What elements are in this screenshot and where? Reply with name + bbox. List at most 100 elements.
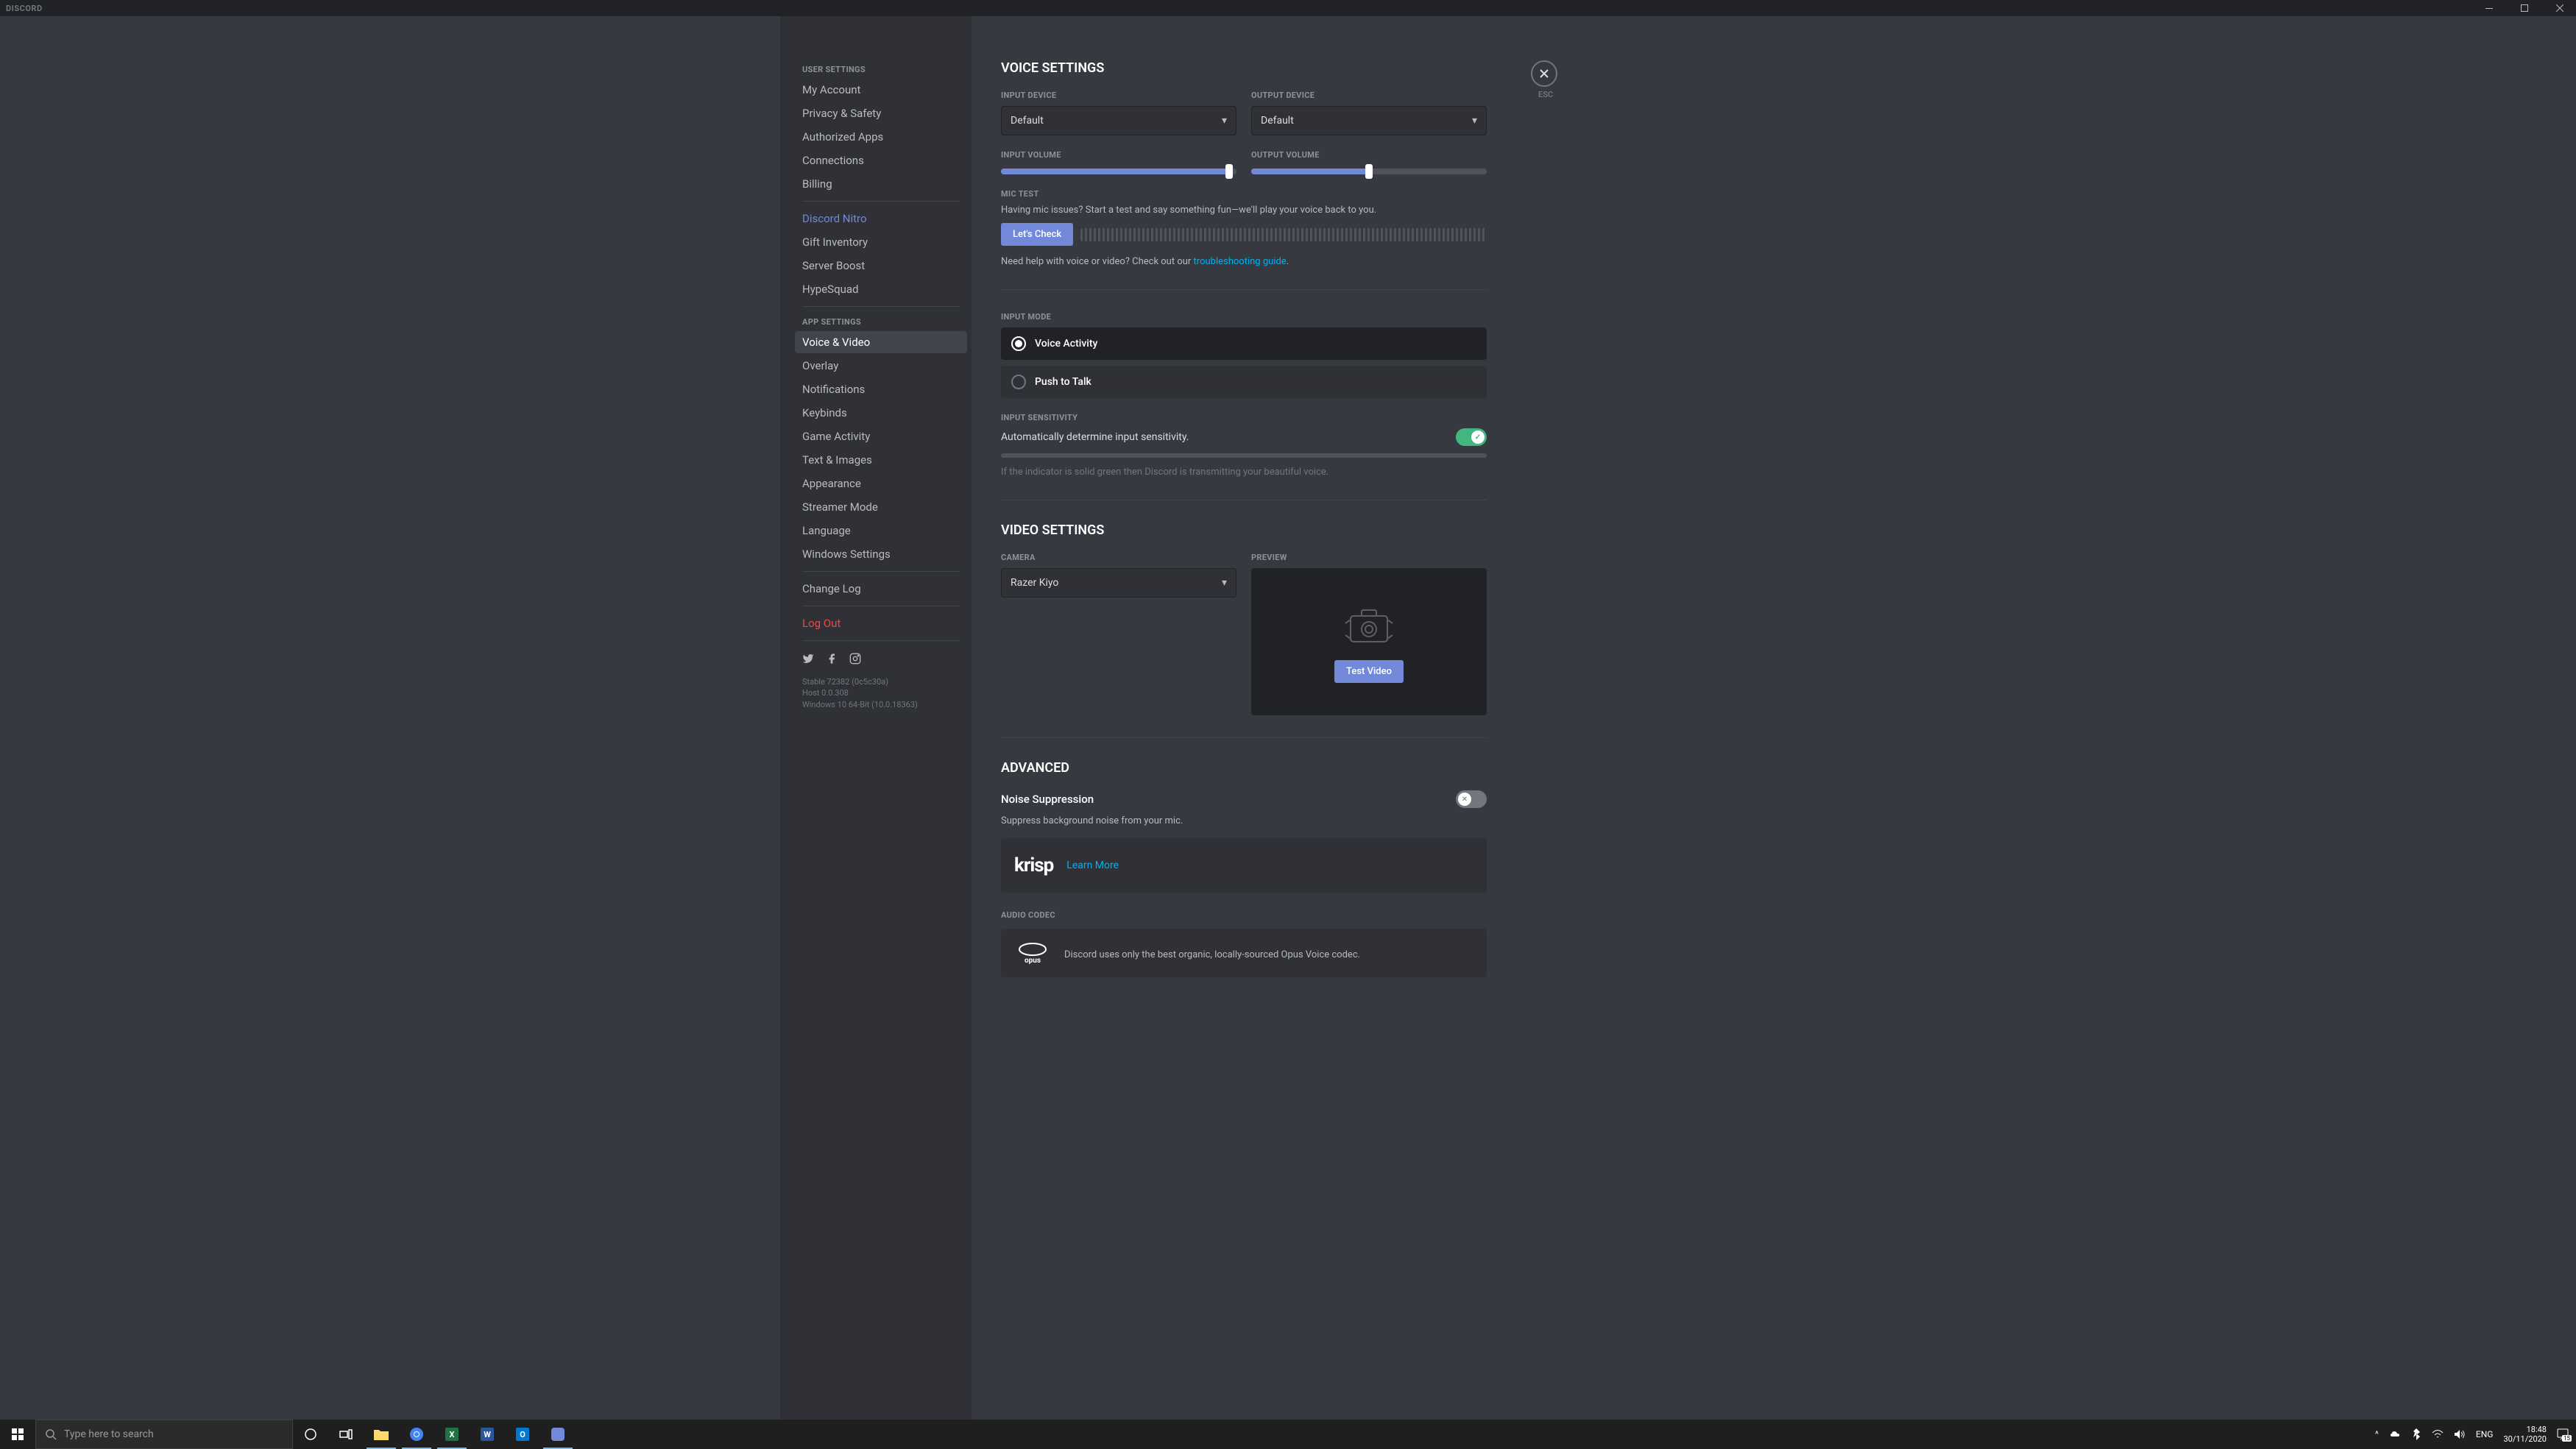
sidebar-item-notifications[interactable]: Notifications <box>795 378 967 400</box>
sidebar-item-windows-settings[interactable]: Windows Settings <box>795 543 967 565</box>
wifi-icon[interactable] <box>2432 1429 2444 1439</box>
voice-settings-title: Voice Settings <box>1001 60 1487 76</box>
titlebar: DISCORD <box>0 0 2576 16</box>
close-window-button[interactable] <box>2550 0 2570 16</box>
sidebar-item-connections[interactable]: Connections <box>795 149 967 171</box>
settings-content: Voice Settings Input Device Default ▾ Ou… <box>972 16 1516 1420</box>
krisp-logo: krisp <box>1014 854 1053 876</box>
chrome-icon[interactable] <box>399 1420 434 1449</box>
sidebar-item-authorized-apps[interactable]: Authorized Apps <box>795 126 967 148</box>
volume-icon[interactable] <box>2454 1429 2466 1439</box>
cortana-icon[interactable] <box>293 1420 328 1449</box>
sidebar-item-hypesquad[interactable]: HypeSquad <box>795 278 967 300</box>
video-settings-title: Video Settings <box>1001 522 1487 538</box>
close-settings-button[interactable] <box>1531 60 1557 87</box>
right-padding: ESC <box>1516 16 2576 1420</box>
file-explorer-icon[interactable] <box>364 1420 399 1449</box>
opus-logo-icon: opus <box>1014 942 1051 964</box>
input-volume-slider[interactable] <box>1001 169 1236 174</box>
troubleshooting-link[interactable]: troubleshooting guide <box>1194 256 1287 267</box>
camera-label: Camera <box>1001 553 1236 562</box>
task-view-icon[interactable] <box>328 1420 364 1449</box>
user-settings-header: User Settings <box>795 60 967 79</box>
outlook-icon[interactable]: O <box>505 1420 540 1449</box>
divider <box>1001 289 1487 290</box>
input-mode-voice-activity[interactable]: Voice Activity <box>1001 327 1487 360</box>
sidebar-item-nitro[interactable]: Discord Nitro <box>795 208 967 230</box>
sidebar-item-privacy[interactable]: Privacy & Safety <box>795 102 967 124</box>
social-links <box>795 647 967 670</box>
sidebar-item-text-images[interactable]: Text & Images <box>795 449 967 471</box>
discord-taskbar-icon[interactable] <box>540 1420 576 1449</box>
audio-codec-label: Audio Codec <box>1001 910 1487 920</box>
word-icon[interactable]: W <box>470 1420 505 1449</box>
sidebar-item-voice-video[interactable]: Voice & Video <box>795 331 967 353</box>
input-volume-label: Input Volume <box>1001 150 1236 160</box>
sidebar-item-streamer-mode[interactable]: Streamer Mode <box>795 496 967 518</box>
taskbar-search[interactable]: Type here to search <box>35 1420 293 1449</box>
chevron-down-icon: ▾ <box>1222 115 1227 127</box>
camera-select[interactable]: Razer Kiyo ▾ <box>1001 568 1236 598</box>
sidebar-item-gift-inventory[interactable]: Gift Inventory <box>795 231 967 253</box>
video-preview: Test Video <box>1251 568 1487 715</box>
mic-test-description: Having mic issues? Start a test and say … <box>1001 205 1487 216</box>
twitter-icon[interactable] <box>802 653 814 665</box>
output-volume-slider[interactable] <box>1251 169 1487 174</box>
sidebar-item-change-log[interactable]: Change Log <box>795 578 967 600</box>
radio-icon <box>1011 336 1026 351</box>
lets-check-button[interactable]: Let's Check <box>1001 223 1073 246</box>
sidebar-item-overlay[interactable]: Overlay <box>795 355 967 377</box>
svg-text:W: W <box>484 1430 491 1439</box>
input-device-label: Input Device <box>1001 91 1236 100</box>
minimize-button[interactable] <box>2479 0 2499 16</box>
sensitivity-bar <box>1001 453 1487 458</box>
sidebar-item-server-boost[interactable]: Server Boost <box>795 255 967 277</box>
camera-icon <box>1340 601 1398 645</box>
sidebar-item-language[interactable]: Language <box>795 520 967 542</box>
sidebar-item-billing[interactable]: Billing <box>795 173 967 195</box>
language-indicator[interactable]: ENG <box>2476 1429 2494 1439</box>
excel-icon[interactable]: X <box>434 1420 470 1449</box>
bluetooth-icon[interactable] <box>2411 1428 2421 1440</box>
sidebar-item-appearance[interactable]: Appearance <box>795 472 967 495</box>
settings-sidebar: User Settings My Account Privacy & Safet… <box>780 16 972 1420</box>
input-device-select[interactable]: Default ▾ <box>1001 106 1236 135</box>
output-device-label: Output Device <box>1251 91 1487 100</box>
sidebar-item-game-activity[interactable]: Game Activity <box>795 425 967 447</box>
voice-activity-label: Voice Activity <box>1035 338 1097 350</box>
svg-text:O: O <box>520 1430 526 1439</box>
divider <box>802 571 960 572</box>
input-mode-push-to-talk[interactable]: Push to Talk <box>1001 366 1487 398</box>
sidebar-item-keybinds[interactable]: Keybinds <box>795 402 967 424</box>
noise-suppression-toggle[interactable]: ✕ <box>1456 790 1487 808</box>
app-settings-header: App Settings <box>795 313 967 331</box>
sidebar-item-my-account[interactable]: My Account <box>795 79 967 101</box>
maximize-button[interactable] <box>2514 0 2535 16</box>
search-icon <box>45 1428 57 1440</box>
output-volume-label: Output Volume <box>1251 150 1487 160</box>
tray-chevron-icon[interactable]: ^ <box>2375 1429 2379 1439</box>
svg-text:opus: opus <box>1025 957 1041 964</box>
auto-sensitivity-toggle[interactable]: ✓ <box>1456 428 1487 446</box>
radio-icon <box>1011 375 1026 389</box>
help-text: Need help with voice or video? Check out… <box>1001 256 1487 267</box>
version-host: Host 0.0.308 <box>802 687 960 698</box>
input-mode-label: Input Mode <box>1001 312 1487 322</box>
instagram-icon[interactable] <box>849 653 861 665</box>
check-icon: ✓ <box>1475 433 1481 442</box>
divider <box>802 201 960 202</box>
learn-more-link[interactable]: Learn More <box>1066 860 1119 871</box>
test-video-button[interactable]: Test Video <box>1334 660 1404 683</box>
preview-label: Preview <box>1251 553 1487 562</box>
onedrive-icon[interactable] <box>2389 1429 2401 1439</box>
search-placeholder: Type here to search <box>64 1428 154 1440</box>
start-button[interactable] <box>0 1420 35 1449</box>
output-device-select[interactable]: Default ▾ <box>1251 106 1487 135</box>
sidebar-item-log-out[interactable]: Log Out <box>795 612 967 634</box>
discord-logo: DISCORD <box>6 4 43 13</box>
version-info: Stable 72382 (0c5c30a) Host 0.0.308 Wind… <box>795 670 967 716</box>
facebook-icon[interactable] <box>826 653 838 665</box>
notification-center-icon[interactable]: 15 <box>2557 1428 2569 1440</box>
sensitivity-hint: If the indicator is solid green then Dis… <box>1001 467 1487 478</box>
clock[interactable]: 18:48 30/11/2020 <box>2503 1425 2547 1444</box>
